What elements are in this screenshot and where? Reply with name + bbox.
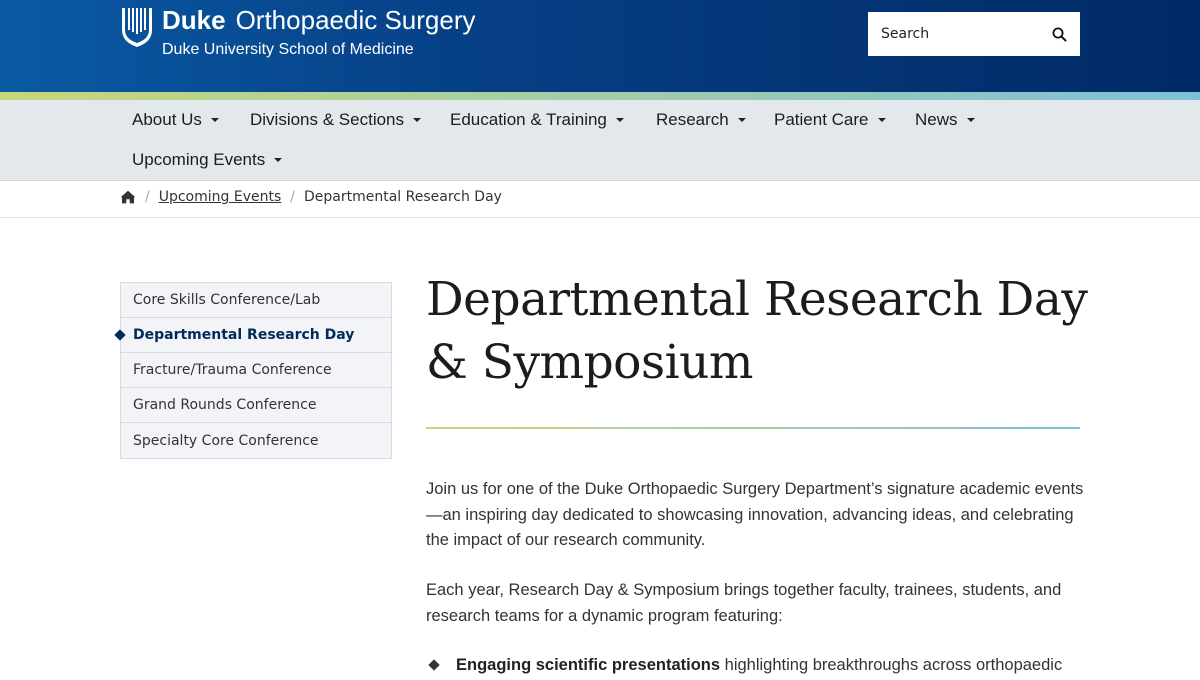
header-accent-stripe bbox=[0, 92, 1200, 100]
search-input[interactable] bbox=[868, 12, 1038, 56]
title-divider bbox=[426, 427, 1080, 429]
search-icon bbox=[1052, 27, 1066, 41]
nav-item-about-us[interactable]: About Us bbox=[132, 108, 219, 132]
duke-logo[interactable]: Duke Orthopaedic Surgery Duke University … bbox=[120, 6, 475, 66]
sidenav-item-grand-rounds[interactable]: Grand Rounds Conference bbox=[121, 388, 391, 423]
breadcrumb-separator: / bbox=[145, 189, 150, 205]
nav-item-upcoming-events[interactable]: Upcoming Events bbox=[132, 148, 283, 172]
breadcrumb: / Upcoming Events / Departmental Researc… bbox=[0, 181, 1200, 218]
home-icon bbox=[120, 190, 136, 204]
logo-subtitle: Duke University School of Medicine bbox=[162, 41, 414, 58]
breadcrumb-home[interactable] bbox=[120, 190, 136, 204]
caret-down-icon bbox=[737, 118, 746, 122]
breadcrumb-separator: / bbox=[290, 189, 295, 205]
bullet-bold-text: Engaging scientific presentations bbox=[456, 656, 721, 674]
breadcrumb-current: Departmental Research Day bbox=[303, 189, 502, 205]
program-paragraph: Each year, Research Day & Symposium brin… bbox=[426, 581, 1062, 625]
sidenav-item-core-skills[interactable]: Core Skills Conference/Lab bbox=[121, 283, 391, 318]
duke-chapel-logo-icon bbox=[120, 6, 154, 48]
caret-down-icon bbox=[274, 158, 283, 162]
search-button[interactable] bbox=[1038, 12, 1080, 56]
nav-item-education[interactable]: Education & Training bbox=[450, 108, 624, 132]
section-sidenav: Core Skills Conference/Lab Departmental … bbox=[114, 282, 392, 459]
main-nav: About Us Divisions & Sections Education … bbox=[0, 100, 1200, 181]
page-title: Departmental Research Day & Symposium bbox=[426, 272, 1088, 390]
intro-paragraph: Join us for one of the Duke Orthopaedic … bbox=[426, 480, 1084, 549]
bullet-text: highlighting breakthroughs across orthop… bbox=[720, 656, 1063, 674]
breadcrumb-link-upcoming-events[interactable]: Upcoming Events bbox=[159, 189, 282, 205]
search-box bbox=[868, 12, 1080, 56]
logo-department: Orthopaedic Surgery bbox=[235, 5, 476, 35]
sidenav-item-research-day[interactable]: Departmental Research Day bbox=[114, 318, 391, 353]
active-diamond-icon bbox=[114, 329, 126, 341]
nav-item-patient-care[interactable]: Patient Care bbox=[774, 108, 886, 132]
caret-down-icon bbox=[413, 118, 422, 122]
nav-item-divisions[interactable]: Divisions & Sections bbox=[250, 108, 422, 132]
sidenav-item-fracture-trauma[interactable]: Fracture/Trauma Conference bbox=[121, 353, 391, 388]
caret-down-icon bbox=[615, 118, 624, 122]
caret-down-icon bbox=[210, 118, 219, 122]
bullet-diamond-icon bbox=[428, 659, 440, 671]
sidenav-item-specialty-core[interactable]: Specialty Core Conference bbox=[121, 423, 391, 458]
caret-down-icon bbox=[966, 118, 975, 122]
caret-down-icon bbox=[877, 118, 886, 122]
list-item: Engaging scientific presentations highli… bbox=[426, 653, 1086, 679]
nav-item-research[interactable]: Research bbox=[656, 108, 746, 132]
logo-brand: Duke bbox=[162, 5, 226, 35]
site-header: Duke Orthopaedic Surgery Duke University … bbox=[0, 0, 1200, 92]
nav-item-news[interactable]: News bbox=[915, 108, 975, 132]
